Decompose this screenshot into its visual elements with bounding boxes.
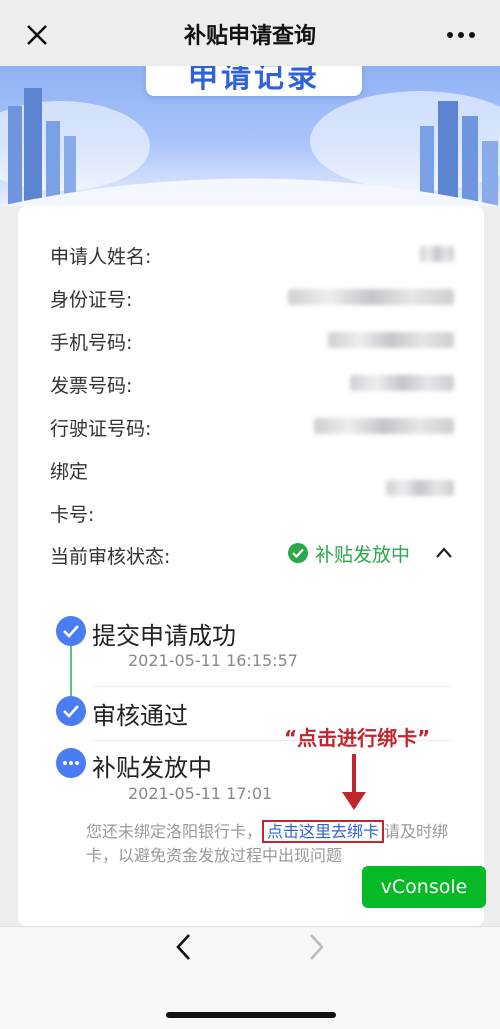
check-circle-icon — [288, 543, 308, 563]
invoice-number-label: 发票号码: — [50, 375, 133, 397]
timeline-step-time: 2021-05-11 17:01 — [128, 784, 273, 803]
step-complete-icon — [56, 616, 86, 646]
top-nav-bar: 补贴申请查询 — [0, 0, 500, 66]
arrow-down-icon — [342, 754, 366, 810]
phone-number-value-redacted — [328, 332, 454, 348]
phone-number-label: 手机号码: — [50, 332, 133, 354]
vconsole-button[interactable]: vConsole — [362, 866, 486, 908]
header-banner: 申请记录 — [0, 66, 500, 206]
home-indicator — [166, 1012, 336, 1018]
license-number-value-redacted — [314, 418, 454, 434]
timeline-step-title: 补贴发放中 — [92, 754, 212, 782]
forward-arrow-icon[interactable] — [302, 930, 330, 964]
page-title: 补贴申请查询 — [183, 24, 316, 49]
bind-card-link[interactable]: 点击这里去绑卡 — [262, 820, 385, 843]
chevron-up-icon[interactable] — [434, 544, 454, 562]
notice-prefix: 您还未绑定洛阳银行卡， — [86, 822, 263, 841]
license-number-label: 行驶证号码: — [50, 418, 152, 440]
timeline-step-title: 审核通过 — [92, 702, 188, 730]
timeline-divider — [92, 686, 452, 687]
bind-card-notice: 您还未绑定洛阳银行卡， 点击这里去绑卡 请及时绑卡，以避免资金发放过程中出现问题 — [86, 820, 456, 868]
applicant-name-label: 申请人姓名: — [50, 246, 152, 268]
banner-title: 申请记录 — [188, 66, 320, 95]
step-in-progress-icon — [56, 748, 86, 778]
bind-label: 绑定 — [50, 461, 89, 483]
annotation-callout: “点击进行绑卡” — [284, 726, 431, 750]
timeline-step-time: 2021-05-11 16:15:57 — [128, 651, 298, 670]
id-number-label: 身份证号: — [50, 289, 133, 311]
card-number-value-redacted — [386, 480, 454, 496]
back-arrow-icon[interactable] — [170, 930, 198, 964]
id-number-value-redacted — [288, 289, 454, 305]
applicant-name-value-redacted — [420, 246, 454, 262]
timeline-step-title: 提交申请成功 — [92, 622, 236, 650]
more-icon[interactable] — [444, 20, 478, 50]
card-number-label: 卡号: — [50, 504, 95, 526]
status-text: 补贴发放中 — [315, 544, 411, 566]
review-status-label: 当前审核状态: — [50, 546, 171, 568]
invoice-number-value-redacted — [350, 375, 454, 391]
step-complete-icon — [56, 696, 86, 726]
